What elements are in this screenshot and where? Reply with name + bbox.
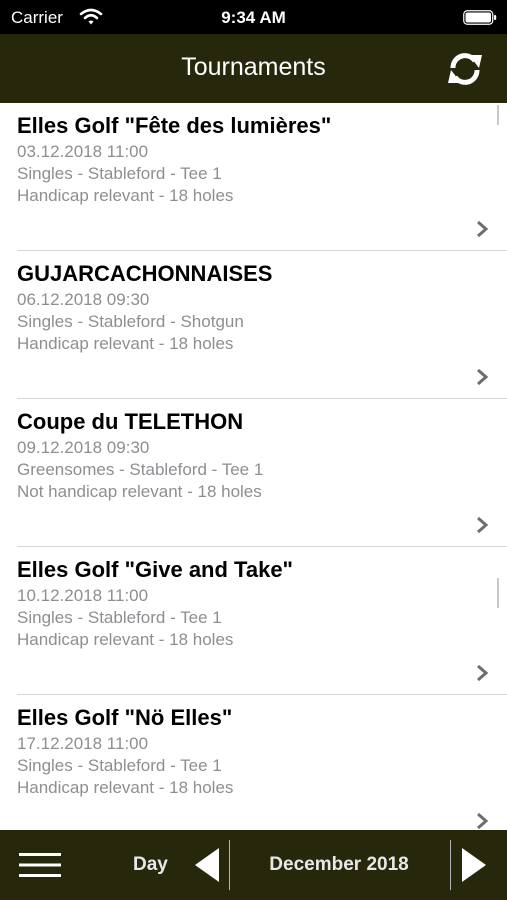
chevron-right-icon [477, 812, 489, 830]
tournament-cell[interactable]: Coupe du TELETHON 09.12.2018 09:30 Green… [0, 399, 507, 547]
tournament-datetime: 17.12.2018 11:00 [17, 734, 149, 753]
tournament-title: Elles Golf "Nö Elles" [17, 705, 233, 730]
tournament-handicap: Handicap relevant - 18 holes [17, 334, 234, 353]
tournament-format: Greensomes - Stableford - Tee 1 [17, 460, 264, 479]
tournament-format: Singles - Stableford - Tee 1 [17, 164, 222, 183]
toolbar-divider [450, 840, 451, 890]
tournament-title: GUJARCACHONNAISES [17, 261, 273, 286]
scroll-indicator [497, 578, 499, 608]
tournament-datetime: 10.12.2018 11:00 [17, 586, 149, 605]
tournament-handicap: Handicap relevant - 18 holes [17, 630, 234, 649]
chevron-right-icon [477, 368, 489, 386]
chevron-right-icon [477, 664, 489, 682]
status-time: 9:34 AM [221, 8, 286, 27]
navigation-bar: Tournaments [0, 34, 507, 103]
tournament-datetime: 03.12.2018 11:00 [17, 142, 149, 161]
previous-month-button[interactable] [193, 847, 221, 883]
tournament-handicap: Not handicap relevant - 18 holes [17, 482, 262, 501]
refresh-icon [448, 53, 482, 85]
scroll-indicator [497, 105, 499, 125]
tournament-datetime: 06.12.2018 09:30 [17, 290, 150, 309]
tournament-title: Elles Golf "Fête des lumières" [17, 113, 332, 138]
triangle-right-icon [462, 848, 486, 882]
status-bar: Carrier 9:34 AM [0, 0, 507, 34]
tournament-cell[interactable]: Elles Golf "Nö Elles" 17.12.2018 11:00 S… [0, 695, 507, 830]
chevron-right-icon [477, 516, 489, 534]
triangle-left-icon [195, 848, 219, 882]
tournament-format: Singles - Stableford - Shotgun [17, 312, 244, 331]
hamburger-menu-icon [19, 853, 61, 877]
tournament-format: Singles - Stableford - Tee 1 [17, 608, 222, 627]
tournament-format: Singles - Stableford - Tee 1 [17, 756, 222, 775]
refresh-button[interactable] [445, 49, 485, 89]
menu-button[interactable] [18, 850, 62, 880]
tournament-title: Coupe du TELETHON [17, 409, 244, 434]
tournament-handicap: Handicap relevant - 18 holes [17, 778, 234, 797]
tournament-cell[interactable]: Elles Golf "Give and Take" 10.12.2018 11… [0, 547, 507, 695]
tournament-datetime: 09.12.2018 09:30 [17, 438, 150, 457]
battery-icon [463, 10, 497, 25]
view-mode-button[interactable]: Day [133, 854, 168, 876]
tournament-cell[interactable]: Elles Golf "Fête des lumières" 03.12.201… [0, 103, 507, 251]
bottom-toolbar: Day December 2018 [0, 830, 507, 900]
chevron-right-icon [477, 220, 489, 238]
current-month-label: December 2018 [269, 854, 409, 875]
tournament-handicap: Handicap relevant - 18 holes [17, 186, 234, 205]
page-title: Tournaments [181, 53, 326, 81]
next-month-button[interactable] [460, 847, 488, 883]
tournament-list[interactable]: Elles Golf "Fête des lumières" 03.12.201… [0, 103, 507, 830]
tournament-cell[interactable]: GUJARCACHONNAISES 06.12.2018 09:30 Singl… [0, 251, 507, 399]
tournament-title: Elles Golf "Give and Take" [17, 557, 293, 582]
